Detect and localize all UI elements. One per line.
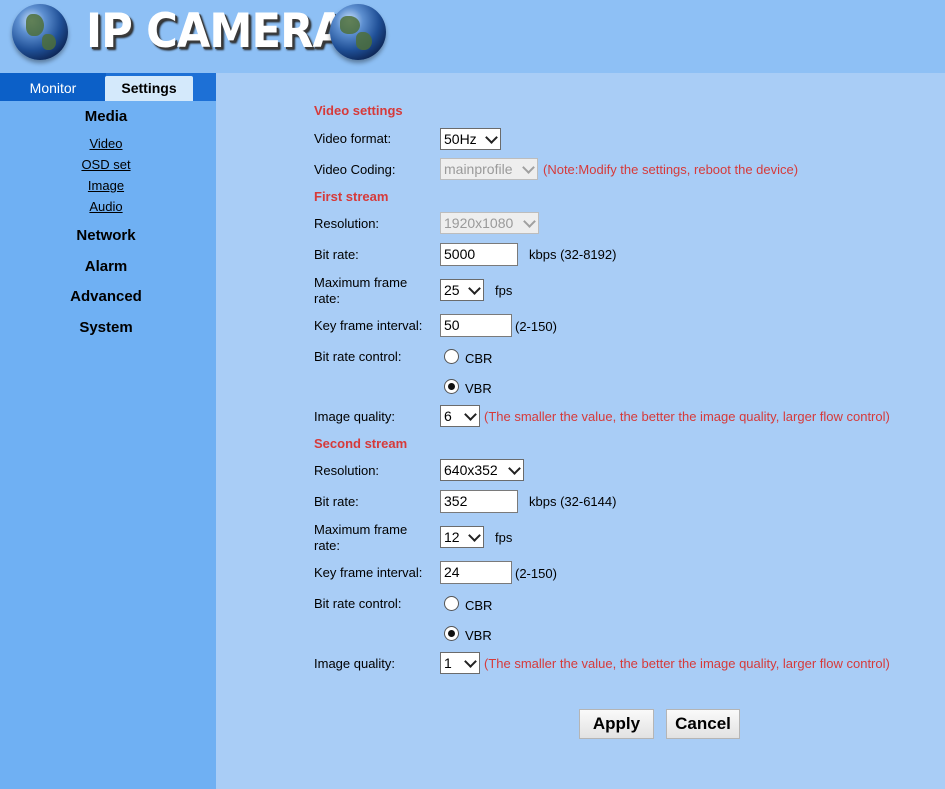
tab-settings[interactable]: Settings xyxy=(105,76,193,101)
second-quality-select[interactable]: 1 xyxy=(440,652,480,674)
first-quality-label: Image quality: xyxy=(314,409,395,424)
second-keyframe-label: Key frame interval: xyxy=(314,565,423,580)
first-bitrate-input[interactable]: 5000 xyxy=(440,243,518,266)
second-bitrate-unit: kbps (32-6144) xyxy=(529,494,617,509)
chevron-down-icon xyxy=(522,161,535,174)
globe-logo-icon xyxy=(330,4,386,60)
first-keyframe-label: Key frame interval: xyxy=(314,318,423,333)
first-fps-unit: fps xyxy=(495,283,513,298)
section-title-first-stream: First stream xyxy=(314,189,389,204)
section-title-second-stream: Second stream xyxy=(314,436,408,451)
sidebar-item-network[interactable]: Network xyxy=(0,227,212,244)
video-coding-label: Video Coding: xyxy=(314,162,396,177)
section-title-video-settings: Video settings xyxy=(314,103,403,118)
video-coding-note: (Note:Modify the settings, reboot the de… xyxy=(543,162,799,177)
first-resolution-label: Resolution: xyxy=(314,216,380,231)
sidebar-item-advanced[interactable]: Advanced xyxy=(0,288,212,305)
chevron-down-icon xyxy=(523,215,536,228)
apply-button[interactable]: Apply xyxy=(579,709,654,739)
sidebar-subitem-image[interactable]: Image xyxy=(0,178,212,193)
second-quality-value: 1 xyxy=(444,655,452,671)
second-cbr-radio[interactable] xyxy=(444,596,459,611)
second-vbr-radio[interactable] xyxy=(444,626,459,641)
chevron-down-icon xyxy=(508,462,521,475)
sidebar-subitem-video[interactable]: Video xyxy=(0,136,212,151)
first-keyframe-range: (2-150) xyxy=(515,319,557,334)
first-quality-note: (The smaller the value, the better the i… xyxy=(484,409,890,424)
header-banner: IP CAMERA xyxy=(0,0,945,73)
first-resolution-value: 1920x1080 xyxy=(444,215,514,231)
second-cbr-label: CBR xyxy=(465,598,493,613)
sidebar: Monitor Settings Media Video OSD set Ima… xyxy=(0,73,216,789)
chevron-down-icon xyxy=(485,131,498,144)
first-cbr-radio[interactable] xyxy=(444,349,459,364)
chevron-down-icon xyxy=(464,408,477,421)
first-quality-select[interactable]: 6 xyxy=(440,405,480,427)
second-resolution-value: 640x352 xyxy=(444,462,498,478)
second-fps-unit: fps xyxy=(495,530,513,545)
second-bitrate-label: Bit rate: xyxy=(314,494,359,509)
video-format-value: 50Hz xyxy=(444,131,477,147)
second-maxfps-label-line1: Maximum frame xyxy=(314,522,408,537)
first-maxfps-label-line1: Maximum frame xyxy=(314,275,408,290)
second-ratecontrol-label: Bit rate control: xyxy=(314,596,402,611)
video-coding-value: mainprofile xyxy=(444,161,513,177)
sidebar-subitem-osd-set[interactable]: OSD set xyxy=(0,157,212,172)
second-quality-label: Image quality: xyxy=(314,656,395,671)
tab-monitor[interactable]: Monitor xyxy=(0,73,106,101)
first-quality-value: 6 xyxy=(444,408,452,424)
video-format-select[interactable]: 50Hz xyxy=(440,128,501,150)
first-vbr-radio[interactable] xyxy=(444,379,459,394)
first-keyframe-input[interactable]: 50 xyxy=(440,314,512,337)
second-keyframe-input[interactable]: 24 xyxy=(440,561,512,584)
globe-logo-icon xyxy=(12,4,68,60)
second-resolution-label: Resolution: xyxy=(314,463,380,478)
video-coding-select: mainprofile xyxy=(440,158,538,180)
first-ratecontrol-label: Bit rate control: xyxy=(314,349,402,364)
first-maxfps-label-line2: rate: xyxy=(314,291,341,306)
video-format-label: Video format: xyxy=(314,131,392,146)
second-bitrate-input[interactable]: 352 xyxy=(440,490,518,513)
app-title: IP CAMERA xyxy=(86,4,346,59)
cancel-button[interactable]: Cancel xyxy=(666,709,740,739)
second-resolution-select[interactable]: 640x352 xyxy=(440,459,524,481)
sidebar-item-alarm[interactable]: Alarm xyxy=(0,258,212,275)
first-bitrate-unit: kbps (32-8192) xyxy=(529,247,617,262)
second-keyframe-range: (2-150) xyxy=(515,566,557,581)
chevron-down-icon xyxy=(468,282,481,295)
chevron-down-icon xyxy=(464,655,477,668)
tab-bar: Monitor Settings xyxy=(0,73,216,101)
first-vbr-label: VBR xyxy=(465,381,492,396)
second-maxfps-label: Maximum frame rate: xyxy=(314,522,407,554)
second-maxfps-select[interactable]: 12 xyxy=(440,526,484,548)
second-maxfps-label-line2: rate: xyxy=(314,538,341,553)
first-maxfps-label: Maximum frame rate: xyxy=(314,275,407,307)
first-cbr-label: CBR xyxy=(465,351,493,366)
sidebar-item-system[interactable]: System xyxy=(0,319,212,336)
first-maxfps-value: 25 xyxy=(444,282,460,298)
second-maxfps-value: 12 xyxy=(444,529,460,545)
sidebar-subitem-audio[interactable]: Audio xyxy=(0,199,212,214)
second-vbr-label: VBR xyxy=(465,628,492,643)
first-resolution-select: 1920x1080 xyxy=(440,212,539,234)
chevron-down-icon xyxy=(468,529,481,542)
sidebar-item-media[interactable]: Media xyxy=(0,108,212,125)
first-maxfps-select[interactable]: 25 xyxy=(440,279,484,301)
first-bitrate-label: Bit rate: xyxy=(314,247,359,262)
second-quality-note: (The smaller the value, the better the i… xyxy=(484,656,890,671)
